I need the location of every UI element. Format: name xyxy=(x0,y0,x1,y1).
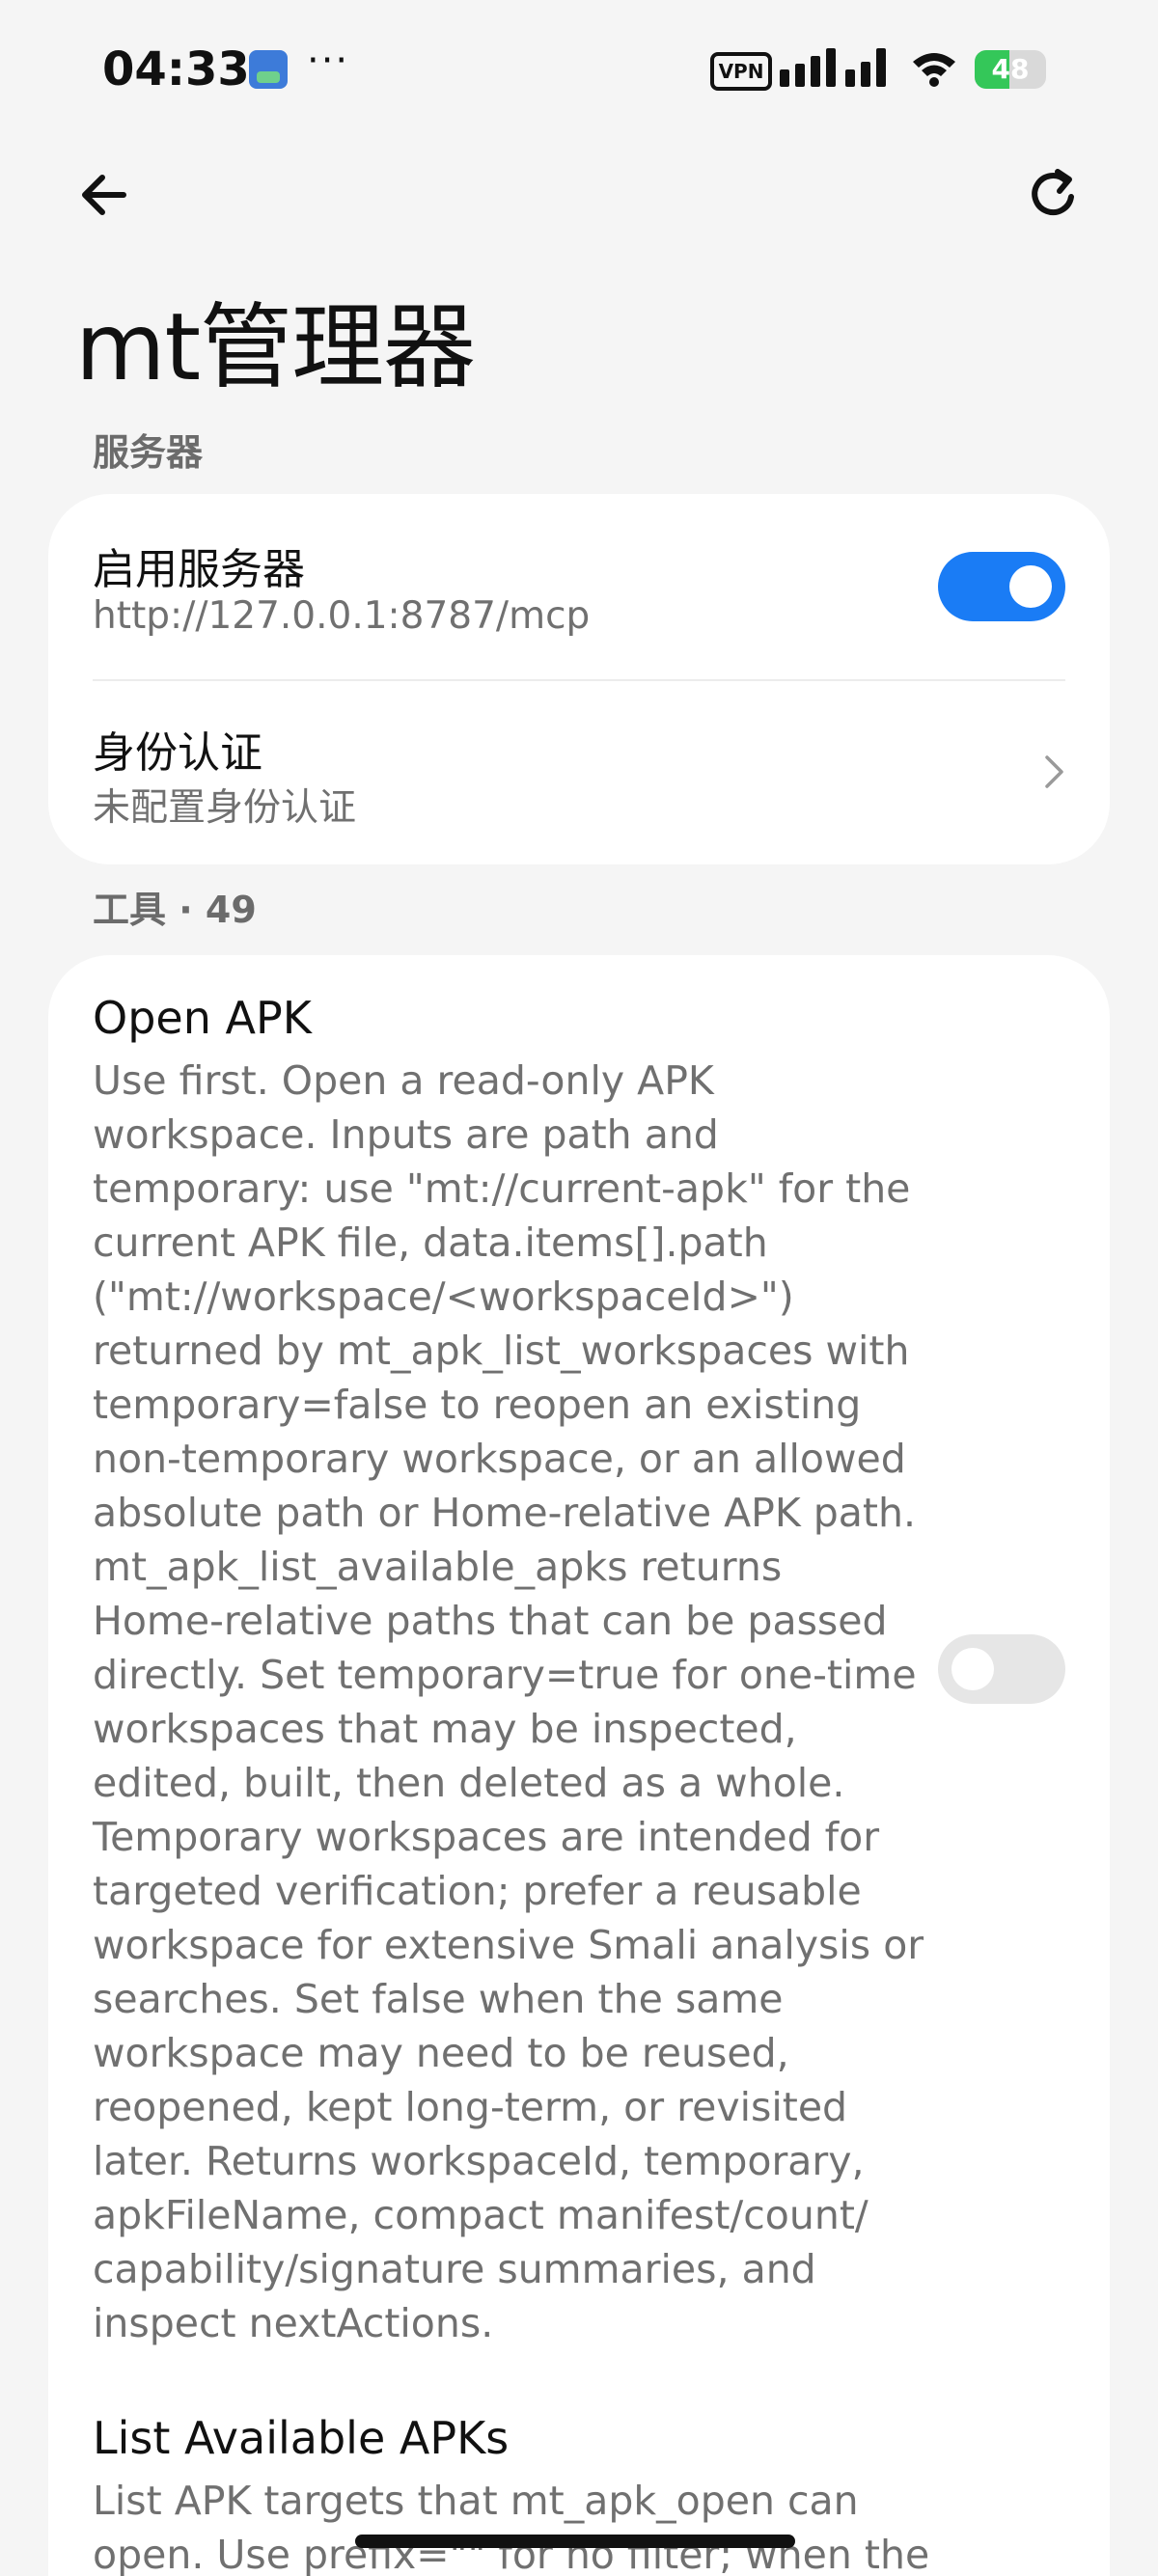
battery-percent: 48 xyxy=(991,53,1030,85)
tool-title: Open APK xyxy=(93,992,312,1044)
status-bar: 04:33 ··· VPN 48 xyxy=(0,0,1158,135)
tool-title: List Available APKs xyxy=(93,2412,510,2464)
server-url: http://127.0.0.1:8787/mcp xyxy=(93,594,591,638)
chevron-right-icon xyxy=(1045,755,1063,788)
home-indicator[interactable] xyxy=(355,2535,795,2548)
back-arrow-icon[interactable] xyxy=(73,164,135,226)
section-header-tools: 工具 · 49 xyxy=(93,889,257,931)
vpn-icon: VPN xyxy=(710,52,772,91)
open-apk-toggle[interactable] xyxy=(938,1634,1065,1704)
tool-item-open-apk[interactable]: Open APK Use first. Open a read-only APK… xyxy=(48,955,1110,2373)
tools-card: Open APK Use first. Open a read-only APK… xyxy=(48,955,1110,2576)
auth-title: 身份认证 xyxy=(93,728,262,778)
status-time: 04:33 xyxy=(102,42,250,96)
enable-server-title: 启用服务器 xyxy=(93,545,305,594)
refresh-icon[interactable] xyxy=(1023,164,1085,226)
more-notifications-icon: ··· xyxy=(307,39,350,83)
wifi-icon xyxy=(913,53,955,87)
notification-app-icon xyxy=(249,50,288,89)
page: 04:33 ··· VPN 48 mt管理器 服务器 启用服务器 http://… xyxy=(0,0,1158,2576)
signal-icon xyxy=(780,48,892,87)
auth-row[interactable]: 身份认证 未配置身份认证 xyxy=(48,681,1110,864)
enable-server-toggle[interactable] xyxy=(938,552,1065,621)
tool-description: List APK targets that mt_apk_open can op… xyxy=(93,2478,930,2576)
section-header-server: 服务器 xyxy=(93,431,204,474)
toggle-knob xyxy=(951,1648,994,1690)
toggle-knob xyxy=(1009,565,1052,608)
enable-server-row[interactable]: 启用服务器 http://127.0.0.1:8787/mcp xyxy=(48,494,1110,679)
server-card: 启用服务器 http://127.0.0.1:8787/mcp 身份认证 未配置… xyxy=(48,494,1110,864)
battery-icon: 48 xyxy=(975,50,1046,89)
auth-subtitle: 未配置身份认证 xyxy=(93,786,357,830)
page-title: mt管理器 xyxy=(75,293,476,401)
tool-description: Use first. Open a read-only APK workspac… xyxy=(93,1057,924,2346)
